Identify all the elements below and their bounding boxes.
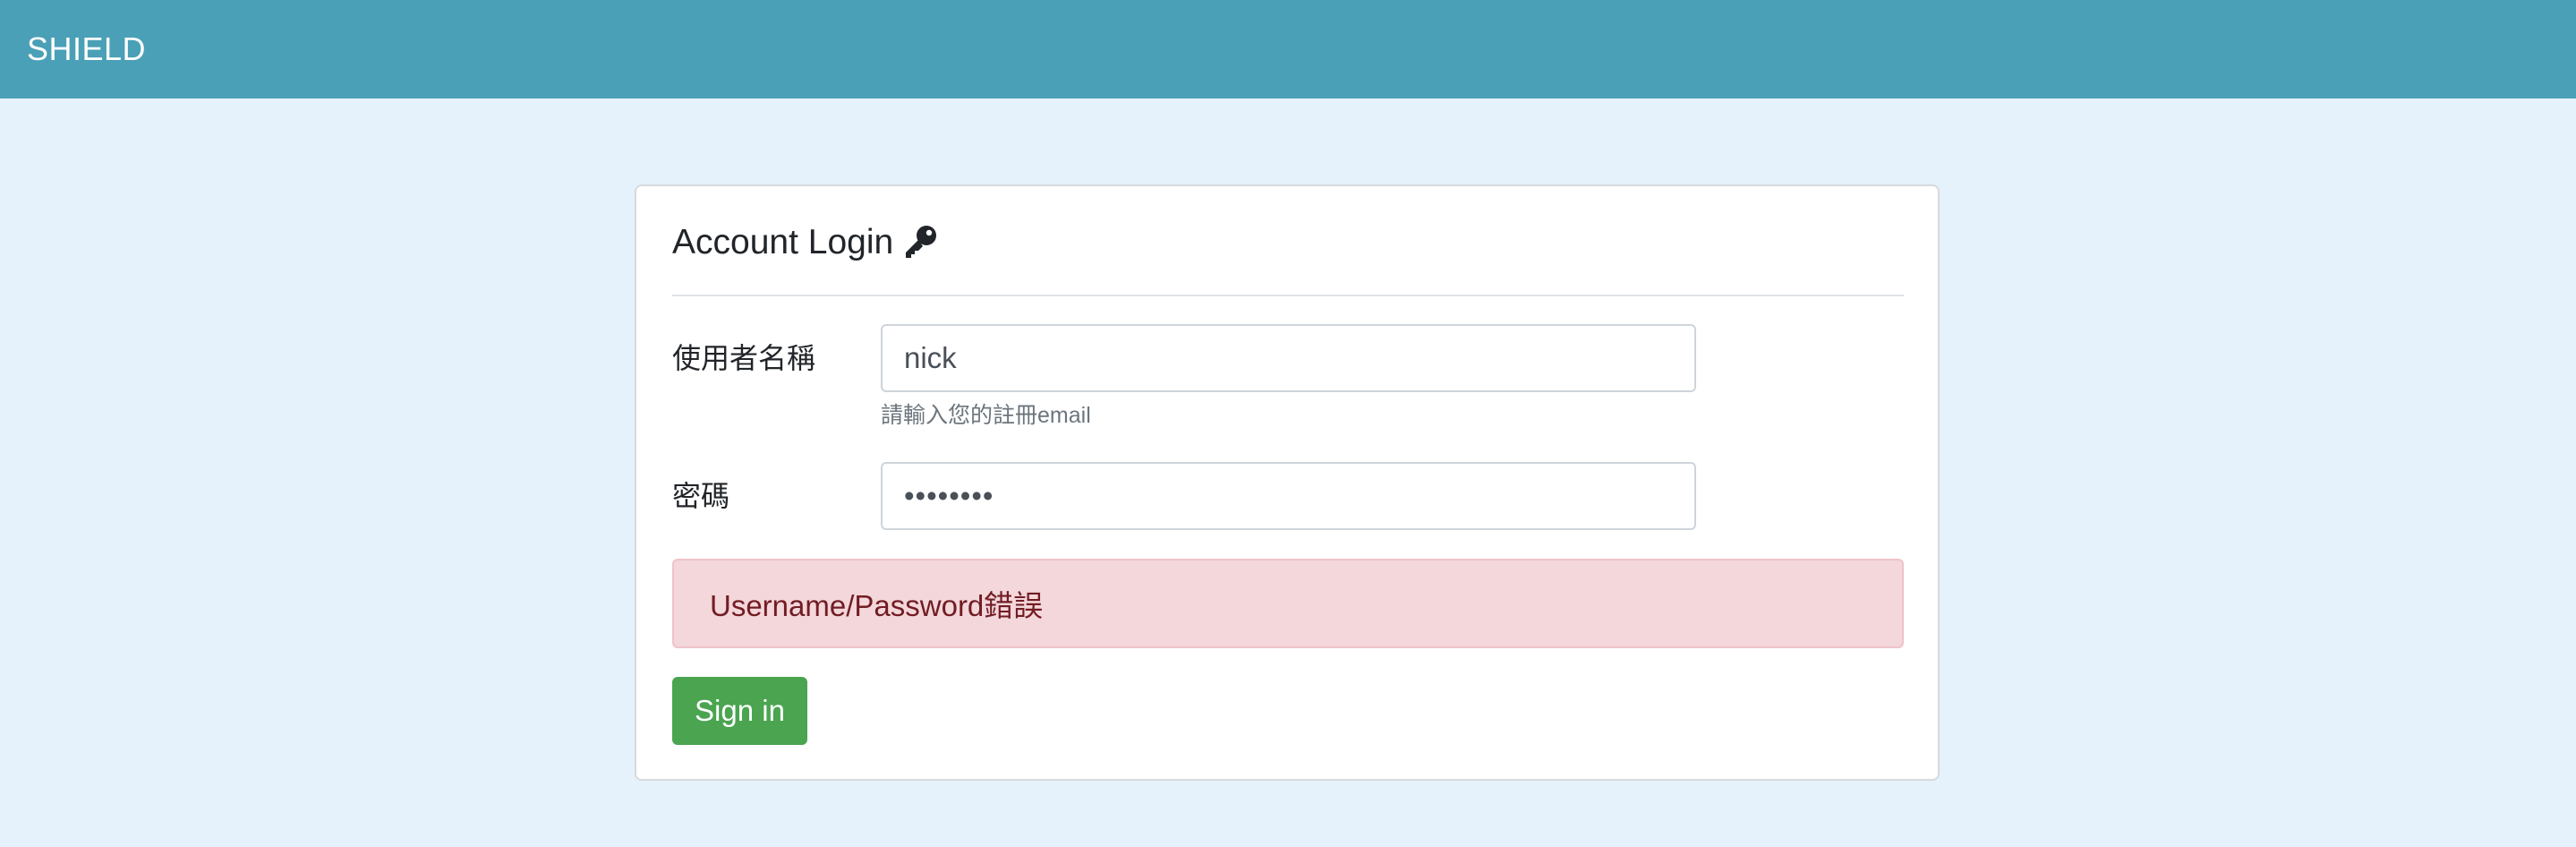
card-title: Account Login <box>672 222 940 261</box>
error-alert: Username/Password錯誤 <box>672 559 1904 648</box>
card-title-text: Account Login <box>672 222 894 261</box>
title-divider <box>672 295 1904 296</box>
sign-in-button[interactable]: Sign in <box>672 677 807 745</box>
password-label: 密碼 <box>672 480 730 512</box>
sign-in-button-label: Sign in <box>695 694 785 727</box>
key-icon <box>900 222 940 261</box>
error-alert-message: Username/Password錯誤 <box>710 589 1044 622</box>
password-input[interactable]: •••••••• <box>881 462 1696 530</box>
username-help-text: 請輸入您的註冊email <box>881 403 1091 428</box>
top-navbar: SHIELD <box>0 0 2576 98</box>
username-input[interactable]: nick <box>881 324 1696 392</box>
username-label: 使用者名稱 <box>672 342 816 374</box>
login-card: Account Login 使用者名稱 nick 請輸入您的註冊email 密碼… <box>635 184 1940 781</box>
brand-logo-text[interactable]: SHIELD <box>27 33 146 65</box>
